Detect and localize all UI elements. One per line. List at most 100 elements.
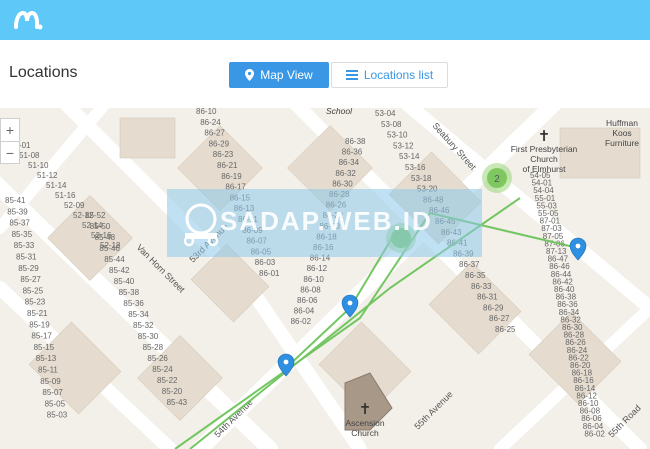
parcel-number: 51-12: [37, 171, 58, 180]
parcel-number: 85-48: [95, 233, 116, 242]
landmark-label: Furniture: [605, 138, 639, 148]
parcel-number: 85-22: [157, 376, 178, 385]
parcel-number: 85-17: [31, 332, 52, 341]
parcel-number: 85-19: [29, 320, 50, 329]
zoom-out-button[interactable]: −: [1, 142, 19, 164]
cluster-count: 2: [494, 174, 500, 185]
landmark-label: Church: [351, 428, 379, 438]
zoom-control: + −: [0, 118, 20, 164]
parcel-number: 86-24: [200, 118, 221, 127]
parcel-number: 85-28: [143, 343, 164, 352]
parcel-number: 86-38: [345, 137, 366, 146]
building-block: [119, 117, 176, 159]
parcel-number: 85-34: [128, 310, 149, 319]
parcel-number: 85-25: [23, 286, 44, 295]
parcel-number: 86-30: [332, 179, 353, 188]
parcel-number: 53-10: [387, 131, 408, 140]
parcel-number: 85-23: [25, 298, 46, 307]
landmark-label: of Elmhurst: [523, 164, 567, 174]
parcel-number: 86-27: [489, 314, 510, 323]
landmark-label: First Presbyterian: [511, 144, 578, 154]
parcel-number: 53-12: [393, 141, 414, 150]
parcel-number: 85-20: [162, 387, 183, 396]
parcel-number: 85-52: [85, 211, 106, 220]
parcel-number: 53-04: [375, 109, 396, 118]
street-label: 55th Avenue: [412, 389, 454, 431]
mspy-logo-icon[interactable]: [13, 9, 43, 31]
parcel-number: 85-32: [133, 321, 154, 330]
parcel-number: 51-14: [46, 181, 67, 190]
parcel-number: 85-39: [7, 207, 28, 216]
parcel-number: 51-10: [28, 161, 49, 170]
parcel-number: 86-03: [255, 258, 276, 267]
parcel-number: 85-11: [38, 366, 58, 375]
parcel-number: 85-24: [152, 365, 173, 374]
parcel-number: 86-31: [477, 293, 498, 302]
parcel-number: 86-06: [297, 296, 318, 305]
landmark-label: School: [326, 108, 353, 116]
parcel-number: 85-03: [47, 411, 68, 420]
parcel-number: 85-43: [167, 398, 188, 407]
parcel-number: 85-27: [20, 275, 41, 284]
parcel-number: 85-05: [45, 399, 66, 408]
church-cross-icon: ✝: [359, 401, 372, 418]
locations-list-button[interactable]: Locations list: [331, 62, 448, 88]
parcel-number: 53-14: [399, 152, 420, 161]
church-cross-icon: ✝: [538, 128, 551, 145]
parcel-number: 86-29: [483, 303, 504, 312]
parcel-number: 85-38: [119, 288, 140, 297]
parcel-number: 85-40: [114, 277, 135, 286]
parcel-number: 85-07: [42, 388, 63, 397]
parcel-number: 85-13: [36, 354, 57, 363]
parcel-number: 53-18: [411, 174, 432, 183]
parcel-number: 85-15: [34, 343, 55, 352]
parcel-number: 86-29: [209, 139, 230, 148]
landmark-label: Huffman: [606, 118, 638, 128]
parcel-number: 85-37: [9, 219, 30, 228]
map-pin-icon: [245, 69, 255, 81]
parcel-number: 86-10: [303, 275, 324, 284]
parcel-number: 86-04: [294, 307, 315, 316]
parcel-number: 85-29: [18, 264, 39, 273]
parcel-number: 85-46: [99, 244, 120, 253]
parcel-number: 53-16: [405, 163, 426, 172]
locations-list-label: Locations list: [363, 68, 434, 82]
parcel-number: 86-12: [307, 264, 328, 273]
parcel-number: 86-02: [291, 317, 312, 326]
landmark-label: Ascension: [345, 418, 384, 428]
parcel-number: 86-08: [300, 285, 321, 294]
parcel-number: 86-27: [204, 129, 225, 138]
map-view-button[interactable]: Map View: [229, 62, 329, 88]
parcel-number: 86-02: [584, 429, 605, 438]
landmark-label: Church: [530, 154, 558, 164]
parcel-number: 85-21: [27, 309, 48, 318]
parcel-number: 86-35: [465, 271, 486, 280]
parcel-number: 86-25: [495, 325, 516, 334]
parcel-number: 85-42: [109, 266, 130, 275]
parcel-number: 85-30: [138, 332, 159, 341]
parcel-number: 86-32: [335, 169, 356, 178]
parcel-number: 86-23: [213, 150, 234, 159]
parcel-number: 86-33: [471, 282, 492, 291]
parcel-number: 85-50: [90, 222, 111, 231]
parcel-number: 85-33: [14, 241, 35, 250]
top-bar: [0, 0, 650, 40]
parcel-number: 86-21: [217, 161, 238, 170]
parcel-number: 85-44: [104, 255, 125, 264]
parcel-number: 86-19: [221, 172, 242, 181]
list-icon: [345, 70, 358, 80]
zoom-in-button[interactable]: +: [1, 119, 19, 142]
parcel-number: 85-09: [40, 377, 61, 386]
parcel-number: 53-08: [381, 120, 402, 129]
watermark-text: SADAP.WEB.ID: [220, 206, 433, 236]
parcel-number: 85-36: [123, 299, 144, 308]
map-view-label: Map View: [260, 68, 313, 82]
landmark-label: Koos: [612, 128, 631, 138]
page-title: Locations: [9, 64, 78, 81]
parcel-number: 86-34: [339, 158, 360, 167]
parcel-number: 86-01: [259, 269, 280, 278]
parcel-number: 51-08: [19, 151, 40, 160]
parcel-number: 86-10: [196, 108, 217, 116]
parcel-number: 85-35: [12, 230, 33, 239]
map-svg[interactable]: ✝ ✝ 86-1086-2486-2786-2986-2386-2186-198…: [0, 108, 650, 449]
